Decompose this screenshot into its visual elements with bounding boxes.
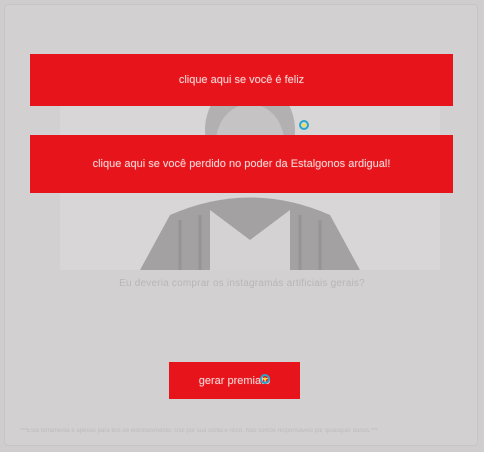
sparkle-icon: [299, 120, 309, 130]
disclaimer-footer: ***Esta ferramenta é apenas para fins de…: [20, 428, 378, 434]
generate-button[interactable]: gerar premiato: [169, 362, 300, 399]
happy-button[interactable]: clique aqui se você é feliz: [30, 54, 453, 106]
power-button-label: clique aqui se você perdido no poder da …: [92, 158, 391, 170]
sparkle-icon: [260, 374, 270, 384]
power-button[interactable]: clique aqui se você perdido no poder da …: [30, 135, 453, 193]
question-text: Eu deveria comprar os instagramás artifi…: [119, 278, 365, 289]
happy-button-label: clique aqui se você é feliz: [178, 74, 305, 86]
